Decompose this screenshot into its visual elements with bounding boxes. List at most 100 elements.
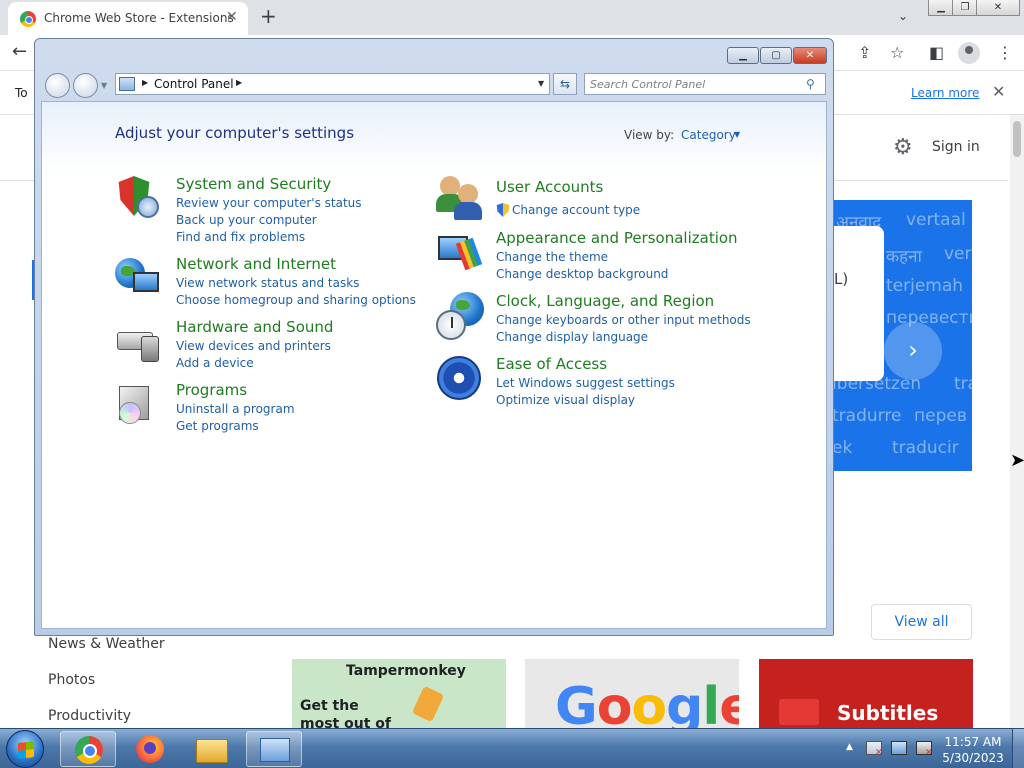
category-hardware-sound[interactable]: Hardware and Sound [176,318,333,336]
link-review-status[interactable]: Review your computer's status [176,196,362,210]
network-icon[interactable] [891,741,907,755]
user-accounts-icon[interactable] [436,176,484,224]
chrome-icon [75,736,103,764]
firefox-icon [136,735,164,763]
infobar-close-icon[interactable]: ✕ [992,82,1005,101]
link-homegroup[interactable]: Choose homegroup and sharing options [176,293,416,307]
tab-close-icon[interactable]: ✕ [226,9,238,25]
sidebar-item-news-weather[interactable]: News & Weather [48,636,165,652]
banner-next-chevron-icon[interactable]: › [884,322,942,380]
banner-word: terjemah [886,276,964,296]
category-programs[interactable]: Programs [176,381,247,399]
clock-language-region-icon[interactable] [436,292,484,340]
tab-chrome-web-store[interactable]: Chrome Web Store - Extensions ✕ [8,2,248,35]
ease-of-access-icon[interactable] [437,356,481,400]
tile-google[interactable]: Google [525,659,739,728]
address-dropdown-icon[interactable]: ▼ [538,79,544,88]
taskbar-explorer[interactable] [184,731,240,767]
sidebar-item-photos[interactable]: Photos [48,672,95,688]
category-clock-language-region[interactable]: Clock, Language, and Region [496,292,714,310]
sidebar-item-productivity[interactable]: Productivity [48,708,131,724]
category-system-security[interactable]: System and Security [176,175,331,193]
breadcrumb-control-panel[interactable]: Control Panel [154,77,234,91]
link-network-status[interactable]: View network status and tasks [176,276,359,290]
banner-word: vertaal [906,210,966,230]
category-user-accounts[interactable]: User Accounts [496,178,603,196]
link-devices-printers[interactable]: View devices and printers [176,339,331,353]
page-scrollbar[interactable] [1010,115,1024,728]
link-change-account-type[interactable]: Change account type [512,203,640,217]
link-get-programs[interactable]: Get programs [176,419,259,433]
banner-word: tra [954,374,972,394]
link-change-desktop-background[interactable]: Change desktop background [496,267,668,281]
category-ease-of-access[interactable]: Ease of Access [496,355,607,373]
link-optimize-visual-display[interactable]: Optimize visual display [496,393,635,407]
tile-title: Tampermonkey [346,663,466,679]
side-panel-icon[interactable]: ◧ [929,43,944,62]
tile-subtitles[interactable]: Subtitles [759,659,973,728]
link-uninstall-program[interactable]: Uninstall a program [176,402,295,416]
show-desktop-button[interactable] [1012,729,1024,768]
learn-more-link[interactable]: Learn more [911,86,979,100]
bookmark-star-icon[interactable]: ☆ [890,43,904,62]
folder-icon [196,739,228,763]
gear-icon[interactable]: ⚙ [893,135,913,160]
subtitles-icon [779,699,819,725]
link-find-fix[interactable]: Find and fix problems [176,230,305,244]
share-icon[interactable]: ⇪ [858,43,871,62]
sign-in-link[interactable]: Sign in [932,139,980,155]
link-change-theme[interactable]: Change the theme [496,250,608,264]
chevron-down-icon[interactable]: ▼ [734,130,740,139]
windows-logo-icon [18,741,34,759]
link-add-device[interactable]: Add a device [176,356,254,370]
cp-minimize-button[interactable]: ▁ [727,47,759,64]
profile-avatar-icon[interactable] [958,42,980,64]
appearance-personalization-icon[interactable] [436,230,484,278]
programs-icon[interactable] [115,382,163,430]
view-all-button[interactable]: View all [871,604,972,640]
hardware-sound-icon[interactable] [115,318,163,366]
back-arrow-icon[interactable]: ← [12,41,27,62]
banner-word: ek [832,438,853,458]
tab-title: Chrome Web Store - Extensions [44,11,234,25]
chrome-minimize-button[interactable]: ▁ [928,0,954,16]
breadcrumb-arrow-icon[interactable]: ▶ [236,78,242,87]
taskbar-firefox[interactable] [122,731,178,767]
tab-bar: Chrome Web Store - Extensions ✕ + ⌄ ▁ ❐ … [0,0,1024,35]
cp-search-input[interactable] [584,73,826,95]
start-button[interactable] [6,730,44,768]
taskbar-control-panel[interactable] [246,731,302,767]
cp-recent-pages-chevron-icon[interactable]: ▼ [101,81,107,90]
category-appearance-personalization[interactable]: Appearance and Personalization [496,229,738,247]
banner-word: перев [914,406,967,426]
show-hidden-icons-icon[interactable]: ▲ [846,742,853,752]
link-windows-suggest-settings[interactable]: Let Windows suggest settings [496,376,675,390]
link-change-keyboards[interactable]: Change keyboards or other input methods [496,313,751,327]
cp-forward-button[interactable] [73,73,98,98]
volume-muted-icon[interactable]: ✕ [916,741,933,758]
category-network-internet[interactable]: Network and Internet [176,255,336,273]
search-icon[interactable]: ⚲ [806,77,815,91]
cp-close-button[interactable]: ✕ [793,47,827,64]
chrome-restore-button[interactable]: ❐ [952,0,978,16]
system-security-icon[interactable] [115,174,163,222]
tab-search-chevron-icon[interactable]: ⌄ [898,9,908,23]
scrollbar-thumb[interactable] [1013,121,1021,157]
view-by-dropdown[interactable]: Category [681,128,736,142]
link-backup[interactable]: Back up your computer [176,213,317,227]
network-internet-icon[interactable] [115,254,163,302]
cp-address-bar[interactable]: ▶ Control Panel ▶ ▼ [115,73,550,95]
new-tab-button[interactable]: + [260,4,277,28]
chrome-web-store-favicon-icon [20,11,36,27]
menu-kebab-icon[interactable]: ⋮ [997,43,1013,62]
refresh-icon[interactable]: ⇆ [553,73,577,95]
tile-tampermonkey[interactable]: Tampermonkey Get the most out of every [292,659,506,728]
cp-maximize-button[interactable]: ▢ [760,47,792,64]
link-change-display-language[interactable]: Change display language [496,330,648,344]
taskbar-chrome[interactable] [60,731,116,767]
system-clock[interactable]: 11:57 AM 5/30/2023 [940,734,1006,766]
breadcrumb-arrow-icon[interactable]: ▶ [142,78,148,87]
action-center-flag-icon[interactable]: ✕ [866,741,883,758]
cp-back-button[interactable] [45,73,70,98]
chrome-close-button[interactable]: ✕ [976,0,1020,16]
